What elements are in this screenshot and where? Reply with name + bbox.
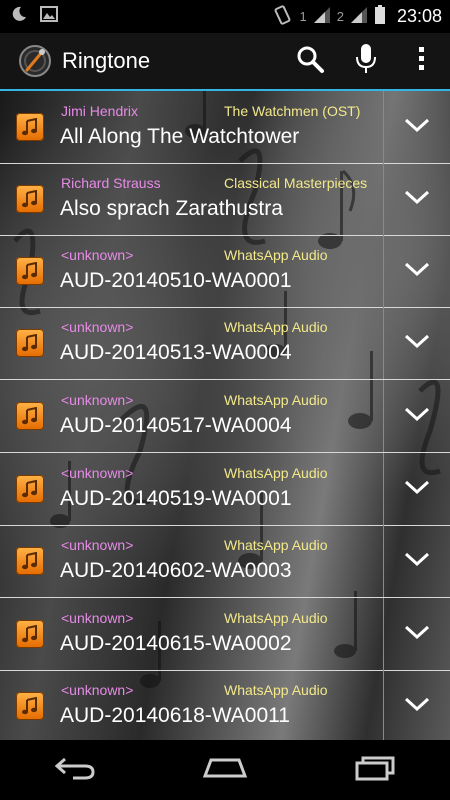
microphone-icon [355, 43, 377, 80]
song-album: WhatsApp Audio [224, 319, 328, 335]
song-title: AUD-20140513-WA0004 [60, 341, 292, 364]
song-album: WhatsApp Audio [224, 247, 328, 263]
search-icon [295, 44, 325, 79]
list-item[interactable]: <unknown> WhatsApp Audio AUD-20140513-WA… [0, 307, 450, 380]
song-title: AUD-20140519-WA0001 [60, 487, 292, 510]
music-note-icon [16, 402, 44, 430]
music-note-icon [16, 547, 44, 575]
music-note-icon [16, 620, 44, 648]
signal-icon [349, 6, 369, 27]
ringtone-list[interactable]: Jimi Hendrix The Watchmen (OST) All Alon… [0, 91, 450, 740]
sim1-label: 1 [299, 9, 307, 24]
chevron-down-icon [404, 624, 430, 645]
expand-button[interactable] [384, 598, 450, 670]
chevron-down-icon [404, 696, 430, 717]
sim2-label: 2 [336, 9, 344, 24]
song-album: WhatsApp Audio [224, 465, 328, 481]
song-title: AUD-20140615-WA0002 [60, 632, 292, 655]
signal-icon [312, 6, 332, 27]
music-note-icon [16, 329, 44, 357]
list-item[interactable]: <unknown> WhatsApp Audio AUD-20140517-WA… [0, 380, 450, 453]
action-bar: Ringtone [0, 33, 450, 91]
home-button[interactable] [180, 740, 270, 800]
voice-search-button[interactable] [338, 33, 394, 89]
moon-icon [10, 5, 28, 28]
song-artist: <unknown> [61, 610, 134, 626]
clock: 23:08 [396, 6, 442, 26]
status-bar: 1 2 23:08 [0, 0, 450, 33]
chevron-down-icon [404, 117, 430, 138]
song-artist: Richard Strauss [61, 175, 161, 191]
expand-button[interactable] [384, 235, 450, 307]
back-arrow-icon [53, 755, 97, 786]
expand-button[interactable] [384, 307, 450, 379]
song-album: WhatsApp Audio [224, 682, 328, 698]
more-vertical-icon [418, 46, 426, 77]
chevron-down-icon [404, 551, 430, 572]
song-artist: <unknown> [61, 392, 134, 408]
battery-icon [374, 5, 386, 28]
chevron-down-icon [404, 406, 430, 427]
expand-button[interactable] [384, 380, 450, 452]
chevron-down-icon [404, 333, 430, 354]
list-item[interactable]: <unknown> WhatsApp Audio AUD-20140510-WA… [0, 235, 450, 308]
song-artist: <unknown> [61, 465, 134, 481]
app-logo-icon[interactable] [18, 44, 52, 78]
expand-button[interactable] [384, 91, 450, 163]
search-button[interactable] [282, 33, 338, 89]
music-note-icon [16, 475, 44, 503]
list-item[interactable]: <unknown> WhatsApp Audio AUD-20140615-WA… [0, 598, 450, 671]
expand-button[interactable] [384, 163, 450, 235]
music-note-icon [16, 185, 44, 213]
chevron-down-icon [404, 261, 430, 282]
song-title: Also sprach Zarathustra [60, 197, 283, 220]
expand-button[interactable] [384, 453, 450, 525]
list-item[interactable]: Richard Strauss Classical Masterpieces A… [0, 163, 450, 236]
expand-button[interactable] [384, 670, 450, 740]
song-artist: <unknown> [61, 319, 134, 335]
list-item[interactable]: <unknown> WhatsApp Audio AUD-20140519-WA… [0, 453, 450, 526]
song-artist: Jimi Hendrix [61, 103, 139, 119]
list-item[interactable]: <unknown> WhatsApp Audio AUD-20140618-WA… [0, 670, 450, 740]
song-title: AUD-20140602-WA0003 [60, 559, 292, 582]
overflow-menu-button[interactable] [394, 33, 450, 89]
song-title: AUD-20140517-WA0004 [60, 414, 292, 437]
music-note-icon [16, 692, 44, 720]
rotation-icon [272, 5, 294, 28]
song-title: AUD-20140618-WA0011 [60, 704, 290, 727]
home-icon [201, 756, 249, 785]
list-item[interactable]: <unknown> WhatsApp Audio AUD-20140602-WA… [0, 525, 450, 598]
recent-apps-icon [353, 755, 397, 786]
recent-apps-button[interactable] [330, 740, 420, 800]
chevron-down-icon [404, 479, 430, 500]
song-album: The Watchmen (OST) [224, 103, 361, 119]
song-artist: <unknown> [61, 537, 134, 553]
song-artist: <unknown> [61, 247, 134, 263]
back-button[interactable] [30, 740, 120, 800]
song-album: Classical Masterpieces [224, 175, 368, 191]
expand-button[interactable] [384, 525, 450, 597]
music-note-icon [16, 113, 44, 141]
page-title: Ringtone [62, 48, 151, 73]
song-title: AUD-20140510-WA0001 [60, 269, 292, 292]
song-title: All Along The Watchtower [60, 125, 300, 148]
music-note-icon [16, 257, 44, 285]
list-item[interactable]: Jimi Hendrix The Watchmen (OST) All Alon… [0, 91, 450, 164]
song-album: WhatsApp Audio [224, 392, 328, 408]
chevron-down-icon [404, 189, 430, 210]
song-artist: <unknown> [61, 682, 134, 698]
image-notification-icon [40, 6, 58, 27]
song-album: WhatsApp Audio [224, 610, 328, 626]
song-album: WhatsApp Audio [224, 537, 328, 553]
navigation-bar [0, 740, 450, 800]
